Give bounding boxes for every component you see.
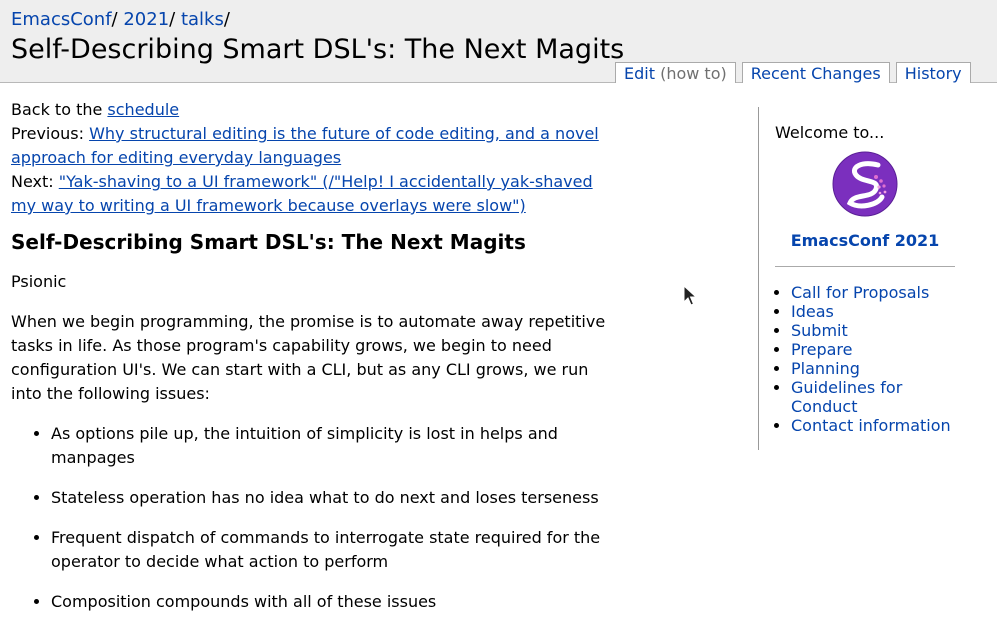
edit-tab: Edit (how to) — [615, 62, 736, 83]
next-line: Next: "Yak-shaving to a UI framework" (/… — [11, 170, 621, 218]
talk-description: When we begin programming, the promise i… — [11, 312, 606, 403]
previous-line: Previous: Why structural editing is the … — [11, 122, 621, 170]
page-header: EmacsConf/ 2021/ talks/ Self-Describing … — [0, 0, 997, 83]
breadcrumb-2021-link[interactable]: 2021 — [123, 9, 169, 30]
prepare-link[interactable]: Prepare — [791, 340, 852, 359]
issues-list: As options pile up, the intuition of sim… — [11, 422, 621, 614]
breadcrumb: EmacsConf/ 2021/ talks/ — [11, 8, 230, 32]
schedule-link[interactable]: schedule — [107, 100, 179, 119]
sidebar-item-contact: Contact information — [791, 416, 961, 435]
call-for-proposals-link[interactable]: Call for Proposals — [791, 283, 929, 302]
next-prefix: Next: — [11, 172, 59, 191]
sidebar-divider — [775, 266, 955, 267]
history-tab[interactable]: History — [895, 62, 971, 83]
back-prefix: Back to the — [11, 100, 108, 119]
list-item: Composition compounds with all of these … — [51, 590, 611, 614]
sidebar-item-guidelines: Guidelines for Conduct — [791, 378, 961, 416]
back-line: Back to the schedule — [11, 98, 621, 122]
breadcrumb-emacsconf-link[interactable]: EmacsConf — [11, 9, 112, 30]
list-item: Stateless operation has no idea what to … — [51, 486, 611, 510]
main-content: Back to the schedule Previous: Why struc… — [11, 98, 621, 630]
list-item: Frequent dispatch of commands to interro… — [51, 526, 611, 574]
edit-link[interactable]: Edit — [624, 64, 655, 83]
sidebar-links: Call for Proposals Ideas Submit Prepare … — [775, 283, 961, 435]
edit-howto-link[interactable]: (how to) — [660, 64, 727, 83]
emacsconf-logo[interactable] — [832, 151, 898, 217]
previous-talk-link[interactable]: Why structural editing is the future of … — [11, 124, 599, 167]
ideas-link[interactable]: Ideas — [791, 302, 834, 321]
speaker-name: Psionic — [11, 272, 67, 291]
mouse-cursor-icon — [683, 285, 697, 306]
sidebar-welcome: Welcome to... — [775, 123, 885, 142]
sidebar-item-ideas: Ideas — [791, 302, 961, 321]
contact-information-link[interactable]: Contact information — [791, 416, 951, 435]
page-title: Self-Describing Smart DSL's: The Next Ma… — [11, 34, 625, 65]
sidebar-item-call-for-proposals: Call for Proposals — [791, 283, 961, 302]
guidelines-for-conduct-link[interactable]: Guidelines for Conduct — [791, 378, 902, 416]
planning-link[interactable]: Planning — [791, 359, 860, 378]
page-actions: Edit (how to) Recent Changes History — [615, 62, 971, 83]
history-link[interactable]: History — [905, 64, 962, 83]
sidebar: Welcome to... EmacsConf 2021 Call for Pr… — [758, 107, 959, 450]
breadcrumb-talks-link[interactable]: talks — [181, 9, 224, 30]
recent-changes-link[interactable]: Recent Changes — [751, 64, 881, 83]
next-talk-link[interactable]: "Yak-shaving to a UI framework" (/"Help!… — [11, 172, 593, 215]
submit-link[interactable]: Submit — [791, 321, 848, 340]
previous-prefix: Previous: — [11, 124, 90, 143]
recent-changes-tab[interactable]: Recent Changes — [741, 62, 890, 83]
sidebar-item-prepare: Prepare — [791, 340, 961, 359]
emacsconf-2021-link[interactable]: EmacsConf 2021 — [775, 231, 955, 250]
talk-title: Self-Describing Smart DSL's: The Next Ma… — [11, 230, 526, 254]
breadcrumb-separator: / — [111, 9, 124, 30]
breadcrumb-separator: / — [223, 9, 230, 30]
sidebar-item-submit: Submit — [791, 321, 961, 340]
breadcrumb-separator: / — [169, 9, 181, 30]
list-item: As options pile up, the intuition of sim… — [51, 422, 611, 470]
sidebar-item-planning: Planning — [791, 359, 961, 378]
